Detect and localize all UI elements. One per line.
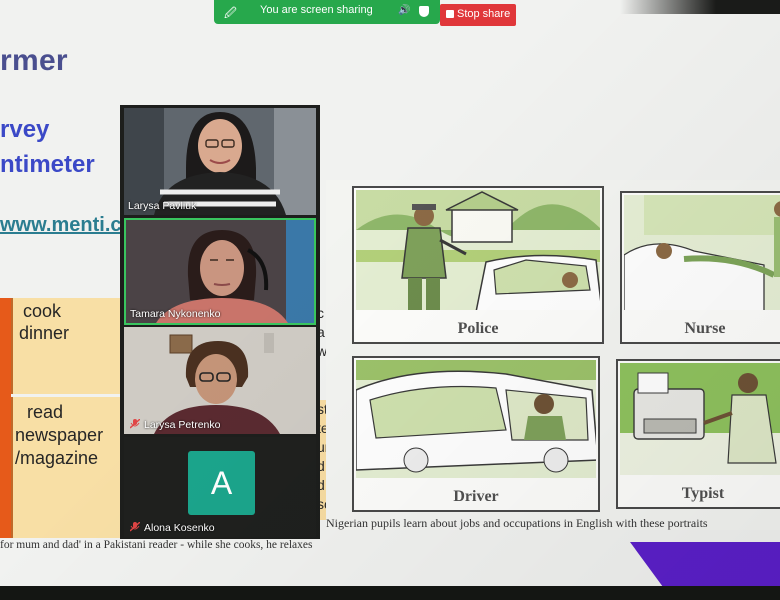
panel-caption: Nigerian pupils learn about jobs and occ… xyxy=(326,516,708,530)
sharing-status-text: You are screen sharing xyxy=(260,4,373,16)
muted-mic-icon xyxy=(130,522,140,532)
vocab-cell-read-newspaper: read newspaper /magazine xyxy=(11,397,124,538)
screen-share-icon: 🖉 xyxy=(224,6,237,20)
slide-subtitle-line1: rvey xyxy=(0,116,50,143)
menti-link[interactable]: www.menti.co xyxy=(0,214,134,237)
stop-icon xyxy=(446,10,454,18)
participant-tile[interactable]: Larysa Pavliuk xyxy=(124,108,316,215)
decorative-shape xyxy=(630,542,780,590)
typist-illustration: Typist xyxy=(616,359,780,509)
picture-caption: Police xyxy=(457,320,499,337)
vocab-text: dinner xyxy=(19,323,70,343)
shield-icon[interactable] xyxy=(419,6,429,17)
driver-drawing xyxy=(356,360,596,478)
table-accent-bar xyxy=(0,298,11,538)
vocab-table: cook dinner read newspaper /magazine xyxy=(0,298,124,538)
slide-subtitle-line2: ntimeter xyxy=(0,151,95,178)
muted-mic-icon xyxy=(130,419,140,429)
speaker-icon[interactable]: 🔊 xyxy=(398,5,410,16)
driver-illustration: Driver xyxy=(352,356,600,512)
police-illustration: Police xyxy=(352,186,604,344)
participant-tile[interactable]: A Alona Kosenko xyxy=(124,437,316,537)
screen-share-bar[interactable]: 🖉 You are screen sharing 🔊 xyxy=(214,0,440,24)
vocab-text: newspaper xyxy=(15,425,104,445)
picture-caption: Typist xyxy=(681,485,725,502)
participant-video xyxy=(124,108,316,215)
picture-caption: Driver xyxy=(453,488,499,505)
participant-tile-active-speaker[interactable]: Tamara Nykonenko xyxy=(124,218,316,325)
stop-share-button[interactable]: Stop share xyxy=(440,4,516,26)
participant-tile[interactable]: Larysa Petrenko xyxy=(124,327,316,434)
slide-caption: for mum and dad' in a Pakistani reader -… xyxy=(0,539,313,551)
picture-caption: Nurse xyxy=(684,320,726,337)
stop-share-label: Stop share xyxy=(457,8,511,20)
monitor-bezel xyxy=(620,0,780,14)
avatar: A xyxy=(188,451,255,515)
monitor-bezel xyxy=(0,586,780,600)
participant-name: Tamara Nykonenko xyxy=(130,308,221,320)
vocab-text: /magazine xyxy=(15,448,99,468)
participant-name: Larysa Petrenko xyxy=(144,419,221,431)
nurse-illustration: Nurse xyxy=(620,191,780,344)
vocab-text: cook xyxy=(23,301,62,321)
vocab-text: read xyxy=(27,402,64,422)
participant-name: Alona Kosenko xyxy=(144,522,215,534)
participant-video-panel: Larysa Pavliuk Tamara Nykonenko Larysa P… xyxy=(120,105,320,539)
slide-heading: rmer xyxy=(0,44,68,77)
vocab-cell-cook-dinner: cook dinner xyxy=(11,298,124,394)
typist-drawing xyxy=(620,363,780,475)
nurse-drawing xyxy=(624,195,780,310)
participant-name: Larysa Pavliuk xyxy=(128,200,197,212)
police-drawing xyxy=(356,190,600,310)
presentation-screen: rmer rvey ntimeter www.menti.co cook din… xyxy=(0,0,780,590)
participant-video xyxy=(124,327,316,434)
